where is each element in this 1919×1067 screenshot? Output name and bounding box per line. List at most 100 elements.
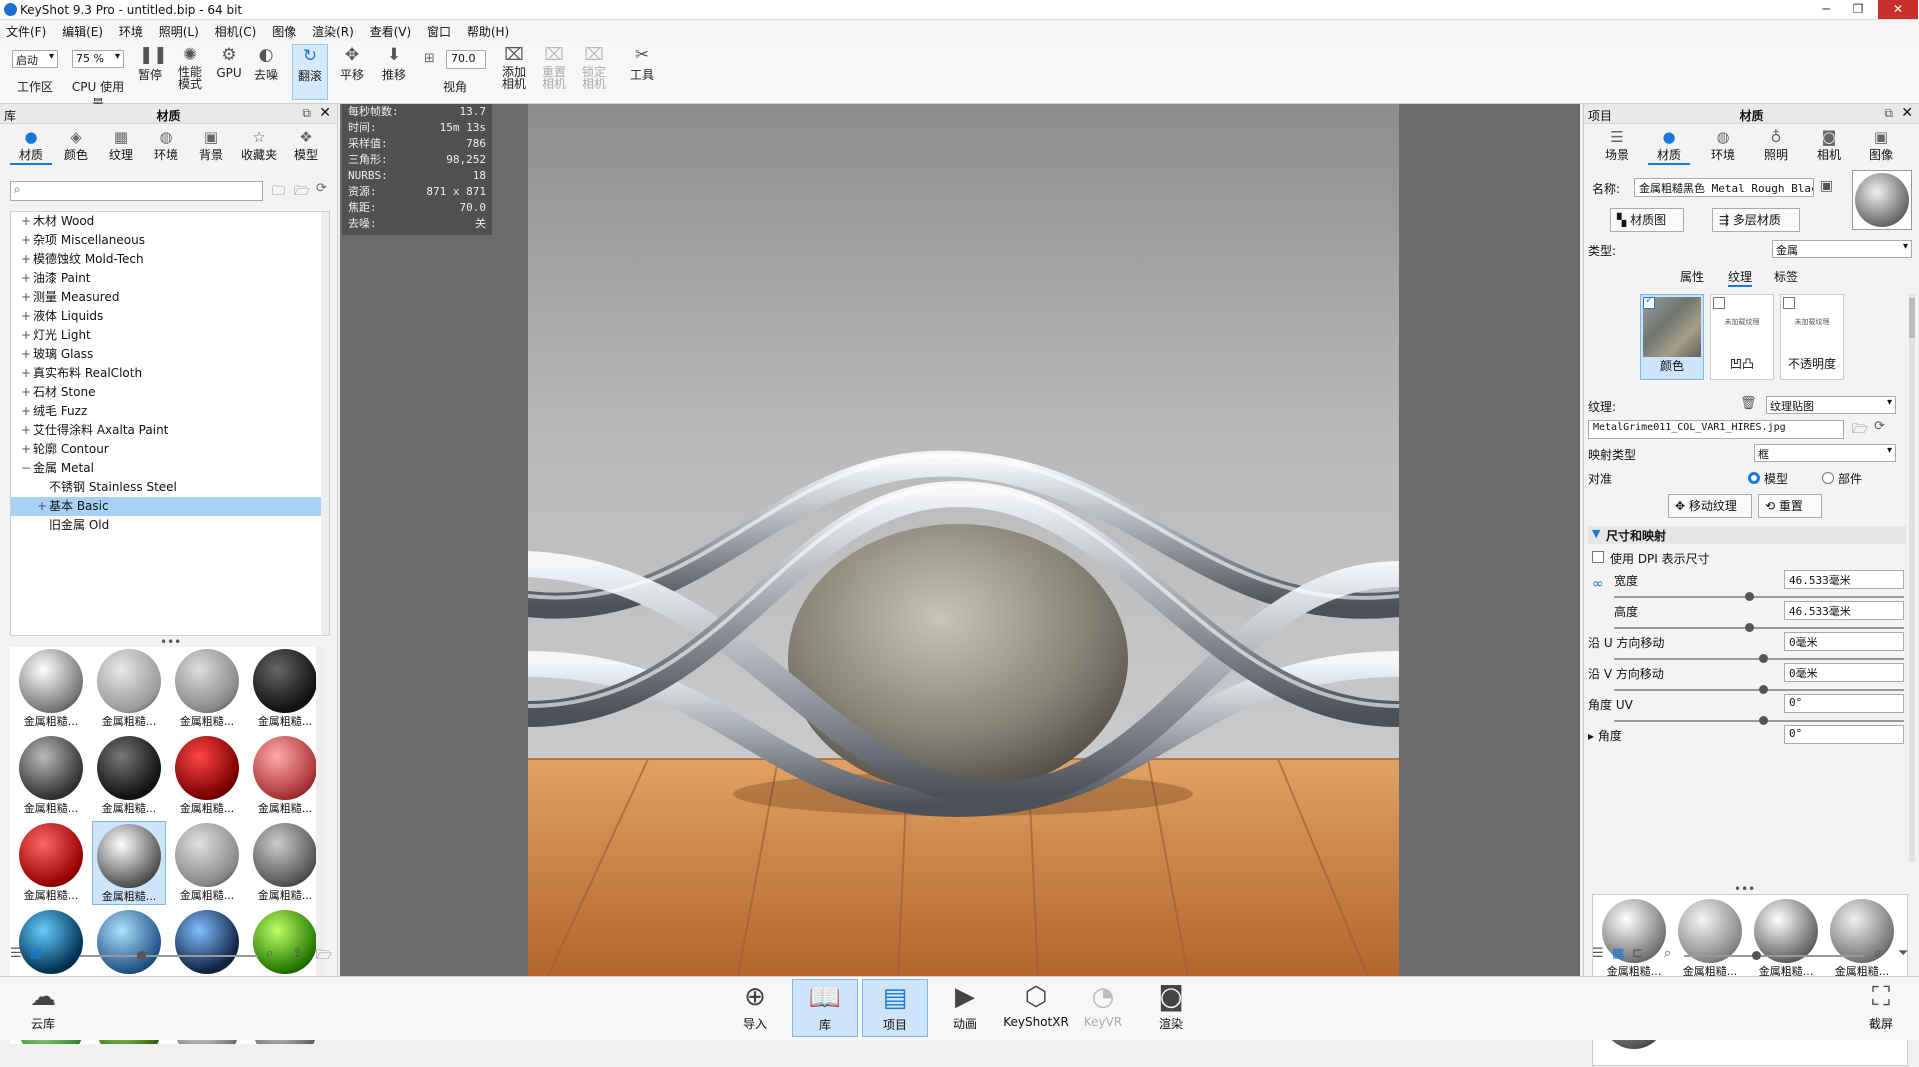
tree-item[interactable]: − 金属 Metal — [11, 459, 329, 478]
tree-item[interactable]: + 艾仕得涂料 Axalta Paint — [11, 421, 329, 440]
tools-button[interactable]: ✂ 工具 — [624, 44, 660, 83]
expand-icon[interactable]: + — [19, 440, 33, 459]
expand-icon[interactable]: + — [19, 250, 33, 269]
import-button[interactable]: ⊕ 导入 — [722, 979, 788, 1037]
slider-knob[interactable] — [1744, 623, 1754, 632]
expand-icon[interactable]: + — [19, 307, 33, 326]
mapping-type-select[interactable]: 框 — [1754, 444, 1896, 462]
param-input[interactable]: 0毫米 — [1784, 663, 1904, 682]
list-view-icon[interactable]: ☰ — [1592, 946, 1604, 961]
grid-view-icon[interactable]: ▦ — [30, 946, 42, 961]
maximize-button[interactable]: ❐ — [1845, 0, 1871, 19]
menu-view[interactable]: 查看(V) — [364, 20, 418, 43]
screenshot-button[interactable]: ⛶ 截屏 — [1848, 979, 1914, 1037]
tree-item[interactable]: + 基本 Basic — [11, 497, 329, 516]
param-input[interactable]: 46.533毫米 — [1784, 570, 1904, 589]
library-search-input[interactable]: ⌕ — [10, 181, 263, 201]
slider-knob[interactable] — [1752, 951, 1761, 960]
expand-icon[interactable]: + — [19, 383, 33, 402]
menu-window[interactable]: 窗口 — [421, 20, 457, 43]
expand-icon[interactable]: + — [19, 269, 33, 288]
tab-colors[interactable]: ◈ 颜色 — [55, 128, 97, 163]
tab-image[interactable]: ▣ 图像 — [1860, 128, 1902, 163]
scene-material-thumbnail[interactable]: 金属粗糙... — [1749, 897, 1823, 981]
scene-material-thumbnail[interactable]: 金属粗糙... — [1597, 897, 1671, 981]
fov-input[interactable]: 70.0 — [446, 50, 486, 69]
tab-scene[interactable]: ☰ 场景 — [1596, 128, 1638, 163]
properties-scrollbar[interactable] — [1909, 294, 1915, 862]
multilayer-material-button[interactable]: ⇶ 多层材质 — [1712, 208, 1800, 232]
close-panel-icon[interactable]: ✕ — [319, 105, 331, 121]
expand-icon[interactable]: + — [19, 288, 33, 307]
material-thumbnail[interactable]: 金属粗糙... — [92, 821, 166, 905]
folder-add-icon[interactable]: 🗁 — [294, 182, 310, 204]
material-preview[interactable] — [1852, 170, 1912, 230]
subtab-labels[interactable]: 标签 — [1774, 268, 1798, 285]
tab-models[interactable]: ❖ 模型 — [285, 128, 327, 163]
open-folder-icon[interactable]: 🗁 — [1852, 420, 1868, 442]
material-thumbnail[interactable]: 金属粗糙... — [170, 734, 244, 818]
animation-button[interactable]: ▶ 动画 — [932, 979, 998, 1037]
project-toggle-button[interactable]: ▤ 项目 — [862, 979, 928, 1037]
render-viewport[interactable]: 每秒帧数: 13.7 时间: 15m 13s 采样值: 786 三角形: 98,252 NURB… — [340, 104, 1580, 976]
material-type-select[interactable]: 金属 — [1772, 240, 1912, 258]
keyshotxr-button[interactable]: ⬡ KeyShotXR — [1000, 979, 1072, 1037]
tree-scrollbar[interactable] — [321, 212, 329, 635]
subtab-properties[interactable]: 属性 — [1680, 268, 1704, 285]
gpu-button[interactable]: ⚙ GPU — [214, 44, 244, 80]
tree-item[interactable]: + 模德蚀纹 Mold-Tech — [11, 250, 329, 269]
material-thumbnail[interactable]: 金属粗糙... — [170, 821, 244, 905]
tree-item[interactable]: + 木材 Wood — [11, 212, 329, 231]
minimize-button[interactable]: ─ — [1813, 0, 1839, 19]
list-view-icon[interactable]: ☰ — [10, 946, 22, 961]
material-name-input[interactable]: 金属粗糙黑色 Metal Rough Black — [1634, 178, 1814, 197]
save-material-icon[interactable]: ▣ — [1820, 178, 1833, 194]
add-camera-button[interactable]: ⌧ 添加 相机 — [496, 44, 532, 90]
bump-slot-checkbox[interactable] — [1713, 297, 1725, 309]
material-thumbnail[interactable]: 金属粗糙... — [14, 821, 88, 905]
tree-item[interactable]: + 轮廓 Contour — [11, 440, 329, 459]
grid-view-icon[interactable]: ▦ — [1612, 946, 1624, 961]
link-icon[interactable]: ∞ — [1592, 576, 1604, 592]
material-thumbnail[interactable]: 金属粗糙... — [92, 647, 166, 731]
tab-backplates[interactable]: ▣ 背景 — [190, 128, 232, 163]
align-model-radio[interactable] — [1748, 472, 1760, 484]
close-panel-icon[interactable]: ✕ — [1901, 105, 1913, 121]
zoom-in-icon[interactable]: ⌕ — [1874, 946, 1881, 961]
tab-lighting[interactable]: ♁ 照明 — [1755, 128, 1797, 163]
expand-icon[interactable]: + — [19, 364, 33, 383]
reload-icon[interactable]: ⟳ — [1874, 419, 1885, 434]
render-button[interactable]: ◙ 渲染 — [1138, 979, 1204, 1037]
undock-icon[interactable]: ⧉ — [302, 106, 311, 121]
import-folder-icon[interactable]: 🗁 — [316, 946, 332, 968]
tree-item[interactable]: 不锈钢 Stainless Steel — [11, 478, 329, 497]
tab-environment[interactable]: ◍ 环境 — [1702, 128, 1744, 163]
tumble-button[interactable]: ↻ 翻滚 — [292, 44, 328, 100]
pan-button[interactable]: ✥ 平移 — [336, 44, 368, 83]
material-thumbnail[interactable]: 金属粗糙... — [248, 647, 322, 731]
expand-icon[interactable]: + — [19, 326, 33, 345]
render-image[interactable] — [528, 104, 1399, 976]
dolly-button[interactable]: ⬇ 推移 — [378, 44, 410, 83]
menu-help[interactable]: 帮助(H) — [461, 20, 515, 43]
tree-item[interactable]: + 真实布料 RealCloth — [11, 364, 329, 383]
texture-slot-bump[interactable]: 未加载纹理 凹凸 — [1710, 294, 1774, 380]
menu-render[interactable]: 渲染(R) — [306, 20, 360, 43]
param-slider[interactable] — [1614, 716, 1904, 725]
param-slider[interactable] — [1614, 592, 1904, 601]
menu-edit[interactable]: 编辑(E) — [56, 20, 109, 43]
reset-texture-button[interactable]: ⟲ 重置 — [1758, 494, 1822, 518]
scene-material-thumbnail[interactable]: 金属粗糙... — [1825, 897, 1899, 981]
denoise-button[interactable]: ◐ 去噪 — [250, 44, 282, 83]
scrollbar-thumb[interactable] — [1909, 298, 1915, 338]
tab-textures[interactable]: ▦ 纹理 — [100, 128, 142, 163]
tree-view-icon[interactable]: ⊏ — [1632, 946, 1643, 961]
folder-icon[interactable]: 🗀 — [272, 182, 285, 204]
menu-file[interactable]: 文件(F) — [0, 20, 52, 43]
expand-icon[interactable]: + — [19, 402, 33, 421]
tab-favorites[interactable]: ☆ 收藏夹 — [238, 128, 280, 163]
zoom-out-icon[interactable]: ⌕ — [1664, 946, 1671, 961]
texture-slot-color[interactable]: ✓ 颜色 — [1640, 294, 1704, 380]
collapse-icon[interactable]: − — [19, 459, 33, 478]
opacity-slot-checkbox[interactable] — [1783, 297, 1795, 309]
